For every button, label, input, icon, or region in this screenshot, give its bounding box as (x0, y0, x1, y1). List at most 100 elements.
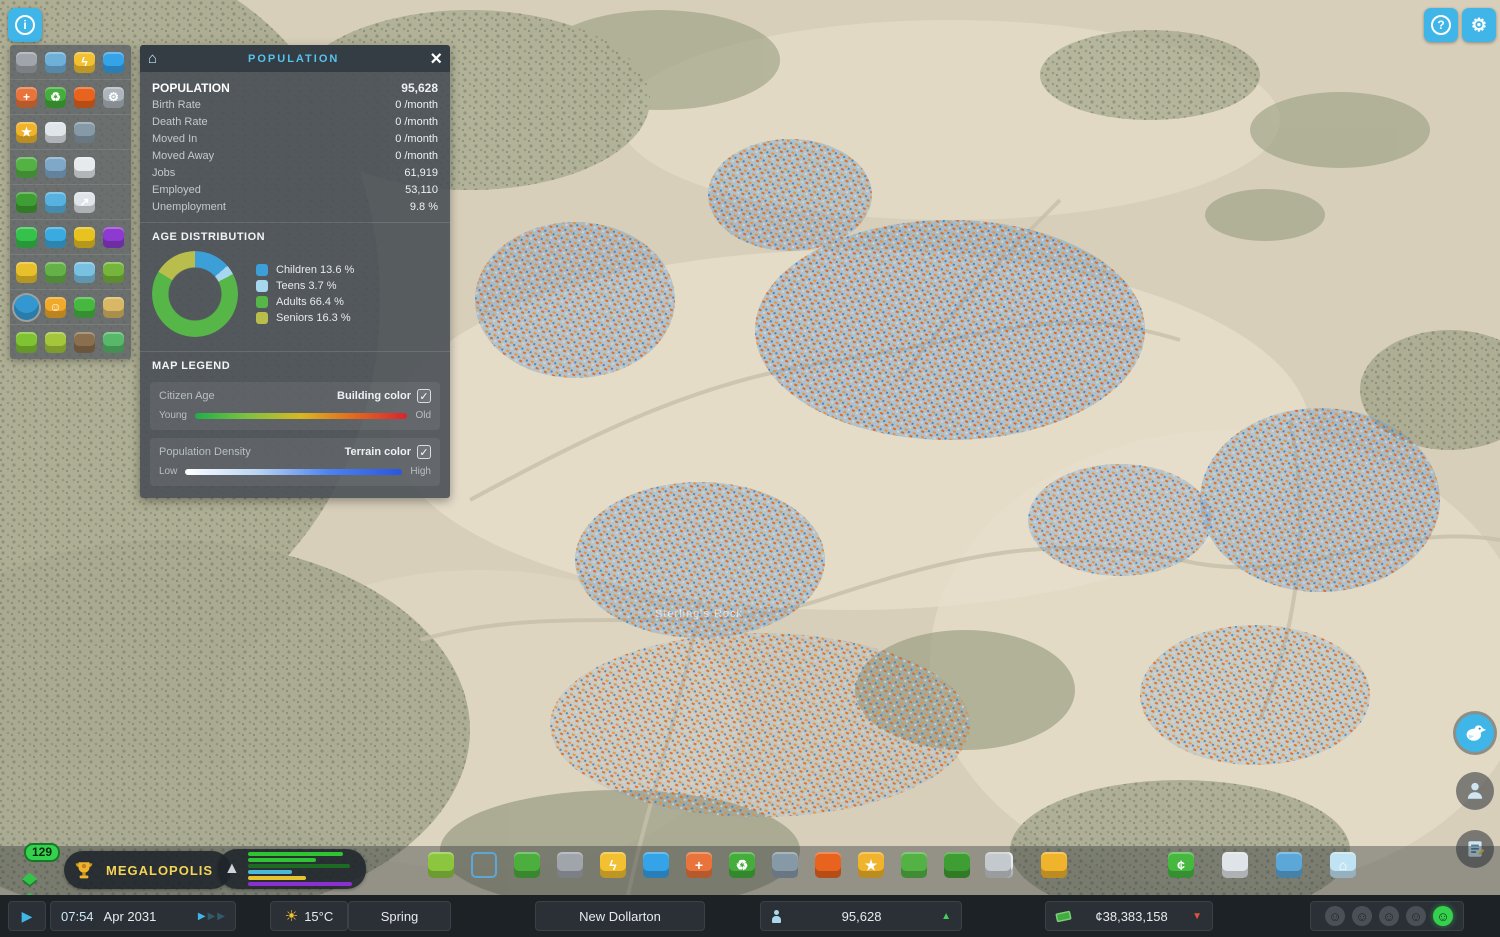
bulldozer-tool[interactable] (1041, 852, 1067, 878)
electricity-infoview[interactable]: ϟ (70, 49, 99, 75)
economy-infoview[interactable] (70, 294, 99, 320)
buildings-infoview[interactable] (41, 189, 70, 215)
garbage-tool[interactable]: ♻ (729, 852, 755, 878)
statistics-icon (1276, 852, 1302, 878)
post-infoview[interactable] (41, 154, 70, 180)
close-icon[interactable]: × (430, 49, 442, 69)
land-value-infoview[interactable] (12, 259, 41, 285)
residential-zones-infoview[interactable] (12, 224, 41, 250)
stat-label: Moved In (152, 133, 198, 145)
fertile-land-infoview[interactable] (41, 329, 70, 355)
help-button[interactable]: ? (1424, 8, 1458, 42)
population-widget[interactable]: 95,628 ▲ (760, 901, 962, 931)
water-infoview[interactable] (99, 49, 128, 75)
infoview-panel: ϟ + ♻ ⚙ ★ ↗ ☺ (10, 45, 131, 359)
milestone-widget[interactable]: MEGALOPOLIS (64, 851, 232, 889)
transportation-tool[interactable] (901, 852, 927, 878)
chirper-button[interactable] (1456, 714, 1494, 752)
roads-tool[interactable] (557, 852, 583, 878)
economy-button[interactable]: ¢ (1168, 852, 1194, 878)
police-infoview[interactable]: ★ (12, 119, 41, 145)
progression-widget[interactable]: ▲ (218, 849, 366, 889)
education-icon (74, 121, 95, 143)
age-distribution: Children 13.6 % Teens 3.7 % Adults 66.4 % S… (140, 249, 450, 351)
electricity-tool[interactable]: ϟ (600, 852, 626, 878)
infoview-row: ϟ (10, 45, 131, 79)
population-infoview[interactable] (12, 294, 41, 320)
fire-rescue-tool[interactable] (815, 852, 841, 878)
transport-depot-infoview[interactable] (41, 49, 70, 75)
education-icon (772, 852, 798, 878)
garbage-infoview[interactable]: ♻ (41, 84, 70, 110)
progression-button[interactable]: ⌂ (1330, 852, 1356, 878)
roads-infoview[interactable] (12, 49, 41, 75)
infoview-row: ☺ (10, 289, 131, 324)
police-tool[interactable]: ★ (858, 852, 884, 878)
districts-tool[interactable] (471, 852, 497, 878)
legend-card-label: Population Density (159, 446, 251, 458)
parks-tool[interactable] (944, 852, 970, 878)
stat-value: 0 /month (395, 99, 438, 111)
speed-arrow-icon[interactable]: ▶ (198, 911, 206, 922)
person-icon (1467, 782, 1483, 799)
play-pause-button[interactable]: ▶ (8, 901, 46, 931)
water-resources-infoview[interactable] (99, 329, 128, 355)
healthcare-icon: + (16, 86, 37, 108)
followed-citizens-button[interactable] (1456, 772, 1494, 810)
terrain-tool[interactable] (514, 852, 540, 878)
city-name-widget[interactable]: New Dollarton (535, 901, 705, 931)
fire-rescue-infoview[interactable] (70, 84, 99, 110)
parks-infoview[interactable] (12, 189, 41, 215)
settings-button[interactable]: ⚙ (1462, 8, 1496, 42)
season-widget[interactable]: Spring (348, 901, 451, 931)
speed-arrow-icon[interactable]: ▶ (208, 911, 216, 922)
communications-infoview[interactable] (70, 154, 99, 180)
landscaping-tool[interactable] (985, 852, 1011, 878)
xp-widget[interactable]: ◆◆ 129 (14, 843, 61, 907)
administration-infoview[interactable] (41, 119, 70, 145)
stat-label: Death Rate (152, 116, 208, 128)
pollution-infoview[interactable] (99, 259, 128, 285)
infoviews-toggle-button[interactable]: i (8, 8, 42, 42)
water-icon (643, 852, 669, 878)
stat-value: 61,919 (404, 167, 438, 179)
stat-row: Moved In 0 /month (152, 131, 438, 148)
zones-tool[interactable] (428, 852, 454, 878)
weather-widget[interactable]: ☀ 15°C (270, 901, 348, 931)
transportation-infoview[interactable] (12, 154, 41, 180)
healthcare-infoview[interactable]: + (12, 84, 41, 110)
healthcare-tool[interactable]: + (686, 852, 712, 878)
maintenance-infoview[interactable]: ⚙ (99, 84, 128, 110)
statistics-icon (74, 261, 95, 283)
legend-checkbox[interactable]: ✓ (417, 445, 431, 459)
ore-resources-infoview[interactable] (70, 329, 99, 355)
happiness-widget[interactable]: ☺ ☺ ☺ ☺ ☺ (1310, 901, 1464, 931)
parks-icon (944, 852, 970, 878)
progress-bar (247, 876, 307, 880)
legend-checkbox[interactable]: ✓ (417, 389, 431, 403)
fire-rescue-icon (815, 852, 841, 878)
sim-speed-control[interactable]: ▶ ▶ ▶ (198, 911, 225, 922)
office-zones-infoview[interactable] (99, 224, 128, 250)
time-date-widget[interactable]: 07:54 Apr 2031 ▶ ▶ ▶ (50, 901, 236, 931)
landmarks-infoview[interactable] (99, 294, 128, 320)
routes-infoview[interactable]: ↗ (70, 189, 99, 215)
gear-icon: ⚙ (1470, 14, 1488, 35)
map-overview-button[interactable] (1222, 852, 1248, 878)
natural-resources-infoview[interactable] (12, 329, 41, 355)
terrain-icon (514, 852, 540, 878)
stat-label: Jobs (152, 167, 176, 179)
happiness-infoview[interactable]: ☺ (41, 294, 70, 320)
legend-card-label: Citizen Age (159, 390, 215, 402)
water-tool[interactable] (643, 852, 669, 878)
education-infoview[interactable] (70, 119, 99, 145)
speed-arrow-icon[interactable]: ▶ (217, 911, 225, 922)
money-widget[interactable]: ¢38,383,158 ▼ (1045, 901, 1213, 931)
education-tool[interactable] (772, 852, 798, 878)
stat-label: Employed (152, 184, 201, 196)
tourism-infoview[interactable] (41, 259, 70, 285)
statistics-infoview[interactable] (70, 259, 99, 285)
commercial-zones-infoview[interactable] (41, 224, 70, 250)
statistics-button[interactable] (1276, 852, 1302, 878)
industrial-zones-infoview[interactable] (70, 224, 99, 250)
